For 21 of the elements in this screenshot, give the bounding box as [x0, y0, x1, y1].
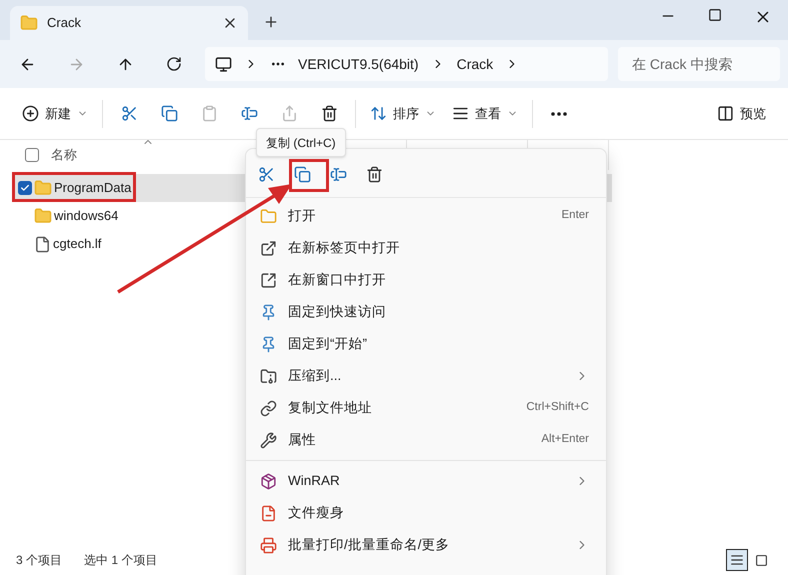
menu-item-label: 固定到“开始”: [288, 334, 368, 353]
file-name: windows64: [54, 207, 118, 226]
menu-item-label: 复制文件地址: [288, 398, 373, 417]
menu-item-label: 固定到快速访问: [288, 302, 387, 321]
selection-count: 选中 1 个项目: [84, 552, 158, 569]
menu-item-label: 在新标签页中打开: [288, 238, 401, 257]
file-name: ProgramData: [54, 179, 132, 198]
file-name: cgtech.lf: [53, 235, 102, 254]
menu-item-label: 属性: [288, 430, 317, 449]
item-count: 3 个项目: [16, 552, 62, 569]
menu-item-label: WinRAR: [288, 472, 341, 490]
menu-item-label: 压缩到...: [288, 366, 342, 385]
shortcut: Ctrl+Shift+C: [526, 400, 589, 416]
menu-item-label: 打开: [288, 206, 317, 225]
tooltip: 复制 (Ctrl+C): [256, 128, 346, 157]
menu-item-label: 在新窗口中打开: [288, 270, 387, 289]
menu-item-label: 批量打印/批量重命名/更多: [288, 536, 451, 554]
shortcut: Alt+Enter: [541, 432, 589, 448]
tab-title: Crack: [47, 14, 82, 32]
menu-item-label: 文件瘦身: [288, 504, 345, 522]
shortcut: Enter: [562, 208, 589, 224]
